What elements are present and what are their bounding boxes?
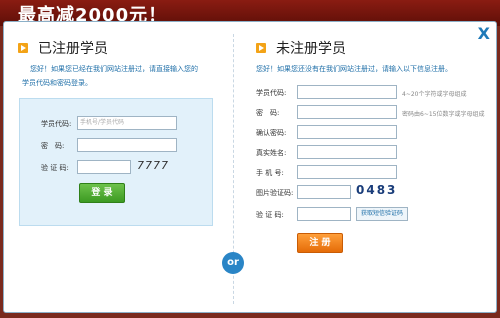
reg-name-input[interactable] (297, 145, 397, 159)
right-title: 未注册学员 (276, 41, 346, 57)
reg-image-captcha-label: 图片验证码: (256, 189, 294, 197)
login-password-input[interactable] (77, 138, 177, 152)
right-intro: 您好！如果您还没有在我们网站注册过，请输入以下信息注册。 (256, 65, 452, 73)
left-title-row: 已注册学员 (18, 38, 108, 58)
reg-confirm-input[interactable] (297, 125, 397, 139)
reg-confirm-label: 确认密码: (256, 129, 287, 137)
left-intro: 您好！如果您已经在我们网站注册过，请直接输入您的 学员代码和密码登录。 (22, 62, 220, 90)
reg-phone-label: 手 机 号: (256, 169, 284, 177)
reg-code-label: 学员代码: (256, 89, 287, 97)
left-title: 已注册学员 (38, 41, 108, 57)
login-button[interactable]: 登 录 (79, 183, 125, 203)
reg-sms-label: 验 证 码: (256, 211, 284, 219)
arrow-icon (256, 43, 266, 53)
reg-code-input[interactable] (297, 85, 397, 99)
code-label: 学员代码: (41, 120, 72, 128)
reg-phone-input[interactable] (297, 165, 397, 179)
reg-password-label: 密 码: (256, 109, 280, 117)
left-intro-line1: 您好！如果您已经在我们网站注册过，请直接输入您的 (30, 65, 198, 73)
reg-password-hint: 密码由6~15位数字或字母组成 (402, 111, 485, 118)
reg-captcha-image[interactable]: 0483 (356, 183, 397, 197)
or-badge: or (222, 252, 244, 274)
left-intro-line2: 学员代码和密码登录。 (22, 79, 92, 87)
captcha-image[interactable]: 7777 (137, 159, 169, 172)
reg-image-captcha-input[interactable] (297, 185, 351, 199)
reg-name-label: 真实姓名: (256, 149, 287, 157)
login-form-box: 学员代码: 手机号/学员代码 密 码: 验 证 码: 7777 登 录 (19, 98, 213, 226)
arrow-icon (18, 43, 28, 53)
get-sms-code-button[interactable]: 获取短信验证码 (356, 207, 409, 221)
login-register-dialog: X or 已注册学员 您好！如果您已经在我们网站注册过，请直接输入您的 学员代码… (3, 21, 497, 313)
right-title-row: 未注册学员 (256, 38, 346, 58)
register-button[interactable]: 注 册 (297, 233, 343, 253)
verify-label: 验 证 码: (41, 164, 69, 172)
login-code-input[interactable]: 手机号/学员代码 (77, 116, 177, 130)
login-captcha-input[interactable] (77, 160, 131, 174)
password-label: 密 码: (41, 142, 65, 150)
reg-code-hint: 4~20个字符或字母组成 (402, 91, 467, 98)
reg-password-input[interactable] (297, 105, 397, 119)
close-icon[interactable]: X (478, 24, 490, 43)
reg-sms-input[interactable] (297, 207, 351, 221)
